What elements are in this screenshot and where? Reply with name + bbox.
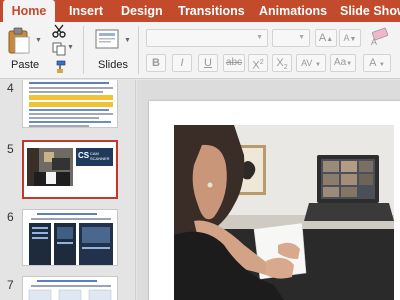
paste-label[interactable]: Paste (11, 59, 39, 71)
subscript-glyph: X (276, 57, 284, 69)
ribbon-tab-bar: Home Insert Design Transitions Animation… (0, 0, 400, 22)
font-name-dropdown[interactable]: ▼ (146, 29, 268, 47)
paste-options-caret-icon[interactable]: ▼ (35, 37, 42, 44)
italic-button[interactable]: I (172, 54, 192, 72)
slide-number: 4 (7, 81, 14, 95)
change-case-glyph: Aa (333, 57, 347, 68)
superscript-glyph: X (252, 59, 260, 72)
superscript-mark: 2 (259, 59, 264, 66)
slide-photo-person-scanning-drawing[interactable] (174, 125, 394, 300)
subscript-button[interactable]: X2 (272, 54, 292, 72)
slide-4-preview (29, 82, 113, 127)
copy-icon[interactable] (52, 42, 66, 56)
slide-7-preview (28, 280, 112, 300)
slide-thumbnail-6[interactable] (22, 209, 118, 266)
chevron-down-icon: ▼ (298, 34, 305, 41)
decrease-font-size-button[interactable]: A▼ (339, 29, 361, 47)
slide-thumbnail-7[interactable] (22, 276, 118, 300)
tab-design[interactable]: Design (121, 0, 163, 22)
camscanner-logo-subtext: CAM SCANNER (90, 151, 110, 161)
increase-font-size-button[interactable]: A▲ (315, 29, 337, 47)
superscript-button[interactable]: X2 (248, 54, 268, 72)
clear-formatting-eraser-icon[interactable]: A (368, 27, 392, 47)
slide-number: 7 (7, 278, 14, 292)
current-slide-canvas[interactable] (149, 101, 400, 300)
format-painter-icon[interactable] (52, 60, 66, 74)
font-size-dropdown[interactable]: ▼ (272, 29, 310, 47)
slide-6-preview (29, 213, 113, 265)
new-slide-icon[interactable] (95, 27, 121, 51)
font-color-glyph: A (369, 57, 376, 69)
tab-home[interactable]: Home (3, 0, 55, 22)
ribbon-separator (138, 26, 139, 74)
char-spacing-glyph: AV (301, 58, 313, 68)
paste-clipboard-icon[interactable] (7, 27, 31, 55)
underline-button[interactable]: U (198, 54, 218, 72)
slide-number: 6 (7, 210, 14, 224)
slides-layout-caret-icon[interactable]: ▼ (124, 37, 131, 44)
tab-insert[interactable]: Insert (69, 0, 103, 22)
subscript-mark: 2 (283, 64, 288, 72)
font-color-button[interactable]: A ▼ (363, 54, 391, 72)
svg-text:A: A (371, 37, 377, 47)
slide-number: 5 (7, 142, 14, 156)
bold-button[interactable]: B (146, 54, 166, 72)
tab-animations[interactable]: Animations (259, 0, 327, 22)
ribbon-separator (83, 26, 84, 74)
slide-editor-area[interactable] (137, 80, 400, 300)
character-spacing-button[interactable]: AV ▼ (296, 54, 326, 72)
camscanner-logo-text: CS (78, 151, 90, 160)
strikethrough-button[interactable]: abc (223, 54, 245, 72)
slide-thumbnail-4[interactable] (22, 80, 118, 128)
slide-thumbnail-5[interactable]: CS CAM SCANNER (22, 140, 118, 199)
change-case-button[interactable]: Aa▼ (330, 54, 356, 72)
powerpoint-window: Home Insert Design Transitions Animation… (0, 0, 400, 300)
cut-scissors-icon[interactable] (52, 24, 66, 38)
slide-thumbnail-pane[interactable]: 4 5 CS CAM SCANNER 6 7 (0, 80, 136, 300)
slides-label[interactable]: Slides (98, 59, 128, 71)
copy-options-caret-icon[interactable]: ▼ (67, 44, 74, 51)
chevron-down-icon: ▼ (256, 34, 263, 41)
tab-slide-show[interactable]: Slide Show (340, 0, 400, 22)
tab-transitions[interactable]: Transitions (178, 0, 245, 22)
ribbon-home: ▼ Paste ▼ ▼ Slides ▼ ▼ A▲ A▼ A B I U abc… (0, 22, 400, 79)
